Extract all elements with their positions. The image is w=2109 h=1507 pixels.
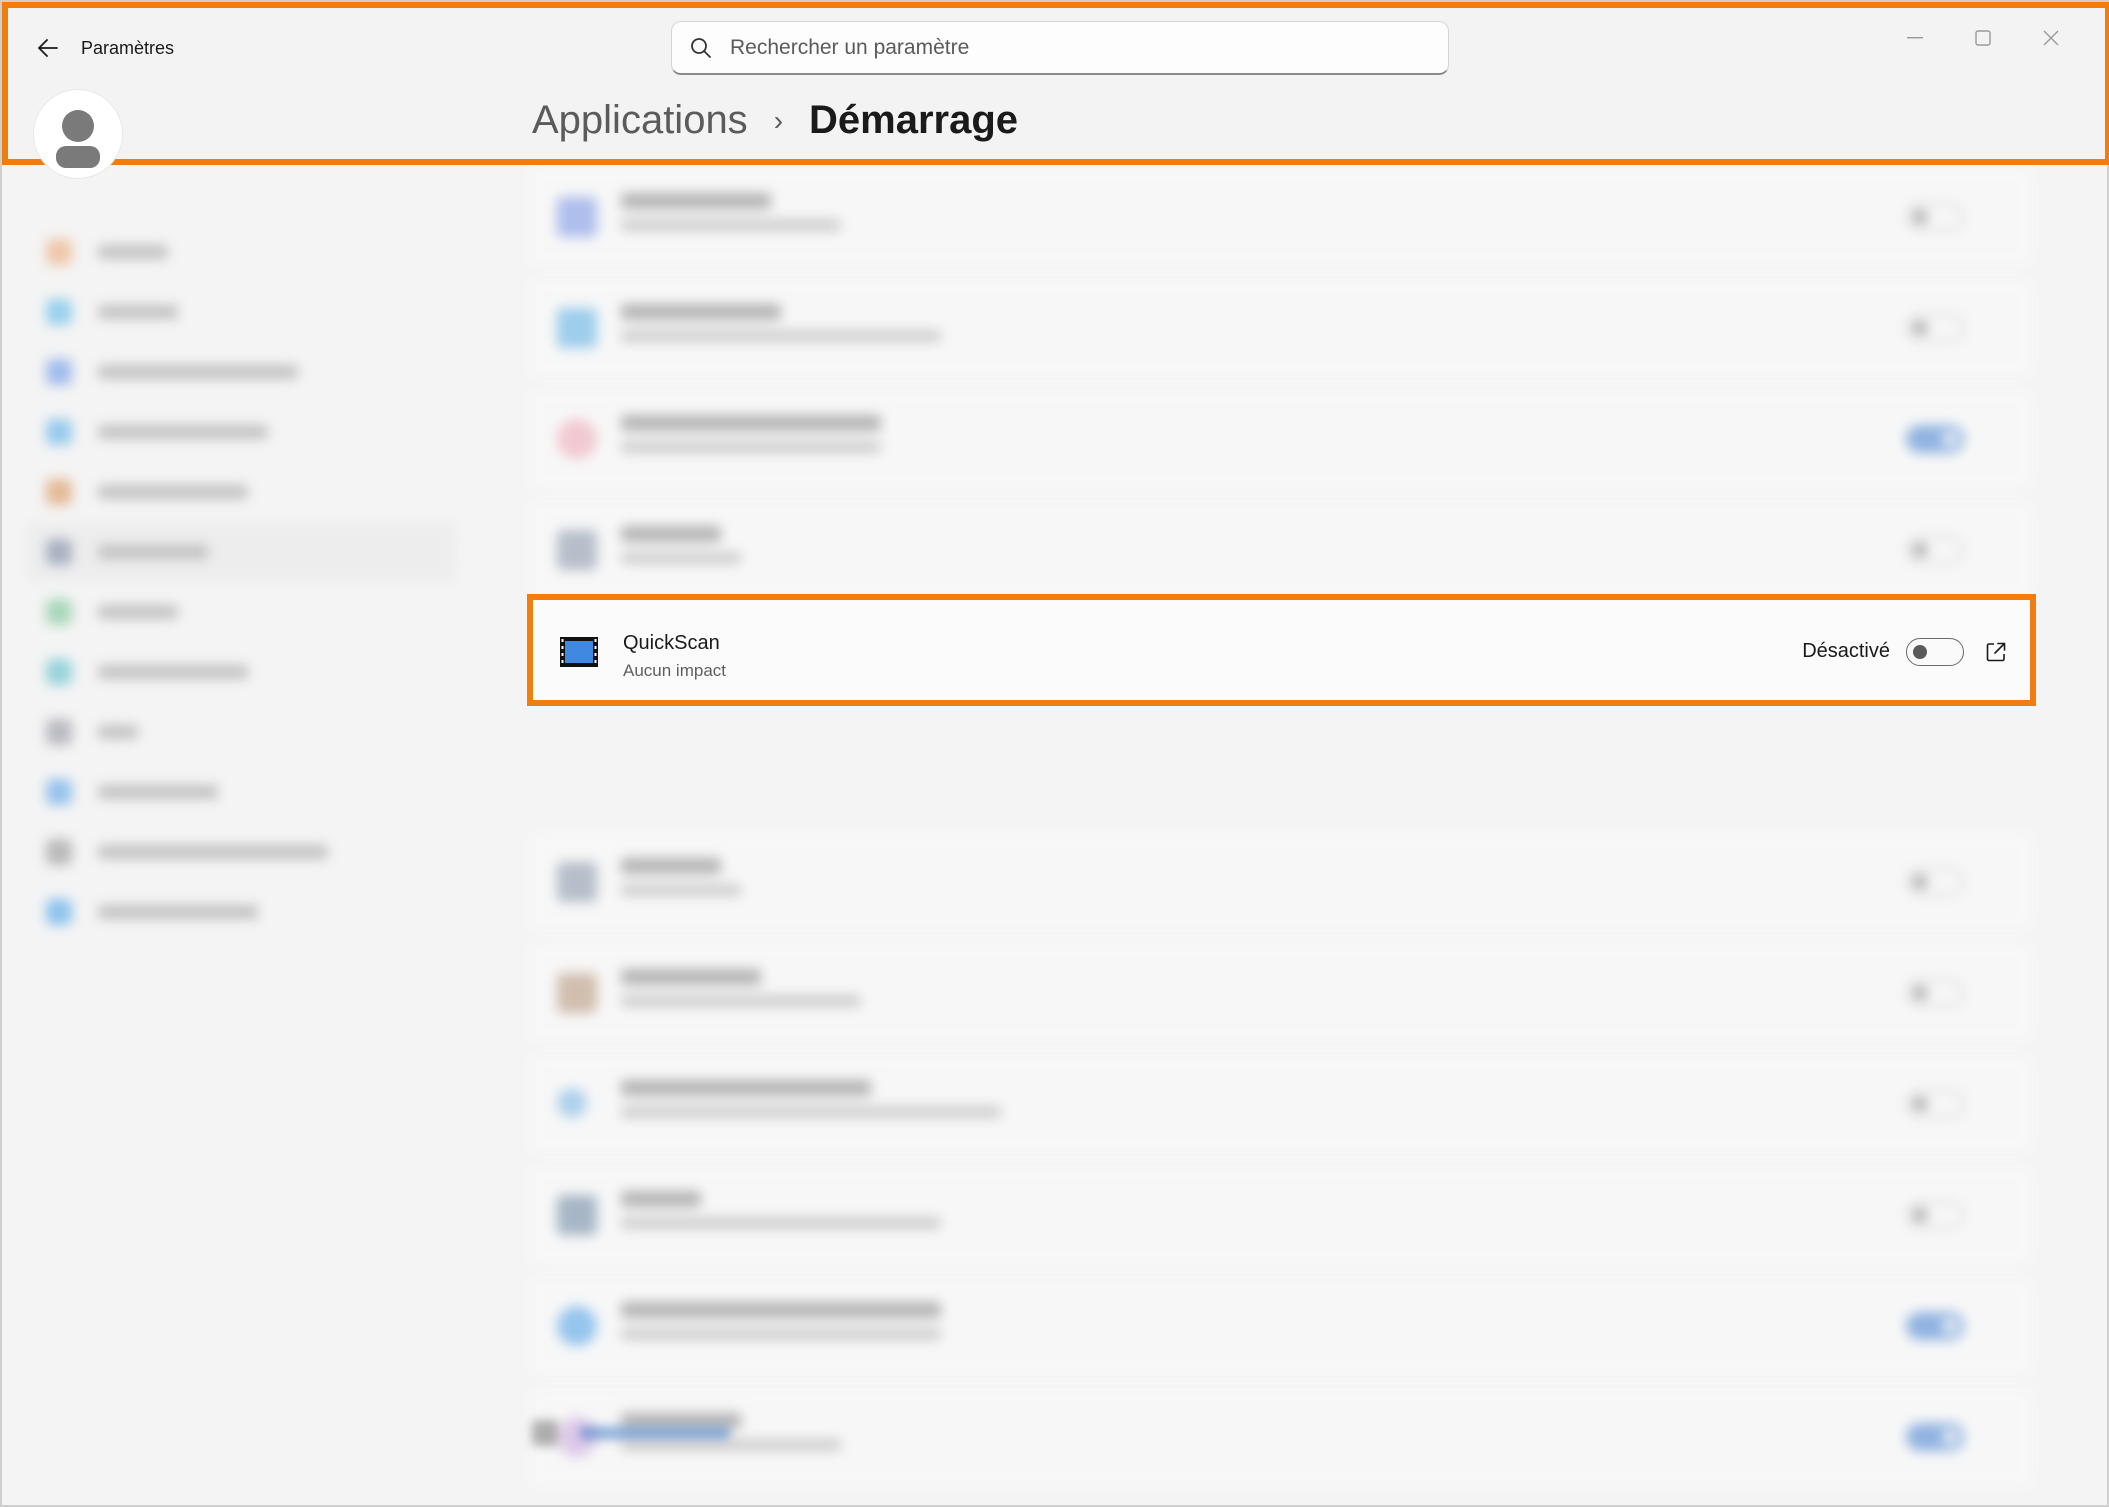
toggle-switch[interactable] (1906, 979, 1964, 1007)
sidebar-item[interactable] (26, 522, 456, 582)
list-item (529, 167, 2034, 267)
app-icon (557, 1088, 587, 1118)
nav-icon (46, 599, 72, 625)
app-icon (557, 973, 597, 1013)
minimize-button[interactable] (1881, 18, 1949, 58)
back-button[interactable] (30, 30, 66, 66)
maximize-button[interactable] (1949, 18, 2017, 58)
startup-app-quickscan: QuickScan Aucun impact Désactivé (527, 594, 2036, 706)
app-icon (557, 197, 597, 237)
nav-icon (46, 239, 72, 265)
list-item (529, 278, 2034, 378)
arrow-left-icon (38, 39, 58, 57)
page-title: Démarrage (809, 98, 1019, 142)
nav-icon (46, 419, 72, 445)
toggle-switch[interactable] (1906, 1090, 1964, 1118)
sidebar-item[interactable] (26, 222, 456, 282)
list-item (529, 1165, 2034, 1265)
startup-impact: Aucun impact (623, 661, 726, 680)
startup-toggle[interactable] (1906, 638, 1964, 666)
toggle-switch[interactable] (1906, 425, 1964, 453)
app-name: QuickScan (623, 632, 720, 654)
sidebar-item[interactable] (26, 702, 456, 762)
nav-icon (46, 719, 72, 745)
title-bar: Paramètres Applications › Démarrage (2, 2, 2109, 165)
toggle-switch[interactable] (1906, 203, 1964, 231)
sidebar-nav (26, 222, 456, 942)
close-icon (2043, 30, 2059, 46)
toggle-state-label: Désactivé (1802, 640, 1890, 662)
toggle-switch[interactable] (1906, 868, 1964, 896)
minimize-icon (1907, 37, 1923, 39)
breadcrumb: Applications › Démarrage (532, 98, 1018, 143)
app-icon (557, 530, 597, 570)
nav-icon (46, 779, 72, 805)
film-strip-icon (560, 637, 598, 667)
toggle-knob (1913, 645, 1927, 659)
close-button[interactable] (2017, 18, 2085, 58)
sidebar-item[interactable] (26, 282, 456, 342)
list-item (529, 832, 2034, 932)
nav-icon (46, 899, 72, 925)
nav-icon (46, 479, 72, 505)
get-help-link[interactable] (532, 1420, 730, 1446)
app-icon (557, 1195, 597, 1235)
app-icon (557, 1306, 597, 1346)
settings-window: Paramètres Applications › Démarrage (0, 0, 2109, 1507)
nav-icon (46, 359, 72, 385)
help-icon (532, 1420, 558, 1446)
open-external-icon[interactable] (1984, 640, 2008, 664)
sidebar-item[interactable] (26, 402, 456, 462)
search-input[interactable] (730, 35, 1410, 60)
nav-icon (46, 659, 72, 685)
toggle-switch[interactable] (1906, 1312, 1964, 1340)
sidebar-item[interactable] (26, 342, 456, 402)
sidebar-item[interactable] (26, 462, 456, 522)
list-item (529, 1054, 2034, 1154)
list-item (529, 1276, 2034, 1376)
search-icon (691, 37, 711, 58)
toggle-switch[interactable] (1906, 1423, 1964, 1451)
sidebar-item[interactable] (26, 822, 456, 882)
app-icon (557, 862, 597, 902)
user-icon (56, 110, 100, 168)
nav-icon (46, 839, 72, 865)
maximize-icon (1975, 30, 1991, 46)
nav-icon (46, 299, 72, 325)
chevron-right-icon: › (773, 104, 784, 136)
list-item (529, 500, 2034, 600)
breadcrumb-parent[interactable]: Applications (532, 98, 748, 143)
app-title: Paramètres (81, 38, 175, 58)
sidebar-item[interactable] (26, 582, 456, 642)
app-icon (557, 419, 597, 459)
toggle-switch[interactable] (1906, 1201, 1964, 1229)
sidebar-item[interactable] (26, 642, 456, 702)
list-item (529, 389, 2034, 489)
toggle-switch[interactable] (1906, 536, 1964, 564)
list-item (529, 943, 2034, 1043)
nav-icon (46, 539, 72, 565)
sidebar-item[interactable] (26, 882, 456, 942)
window-controls (1881, 18, 2085, 58)
avatar[interactable] (34, 90, 122, 178)
list-item (529, 1387, 2034, 1487)
sidebar-item[interactable] (26, 762, 456, 822)
app-icon (557, 308, 597, 348)
toggle-switch[interactable] (1906, 314, 1964, 342)
search-box[interactable] (671, 21, 1449, 75)
